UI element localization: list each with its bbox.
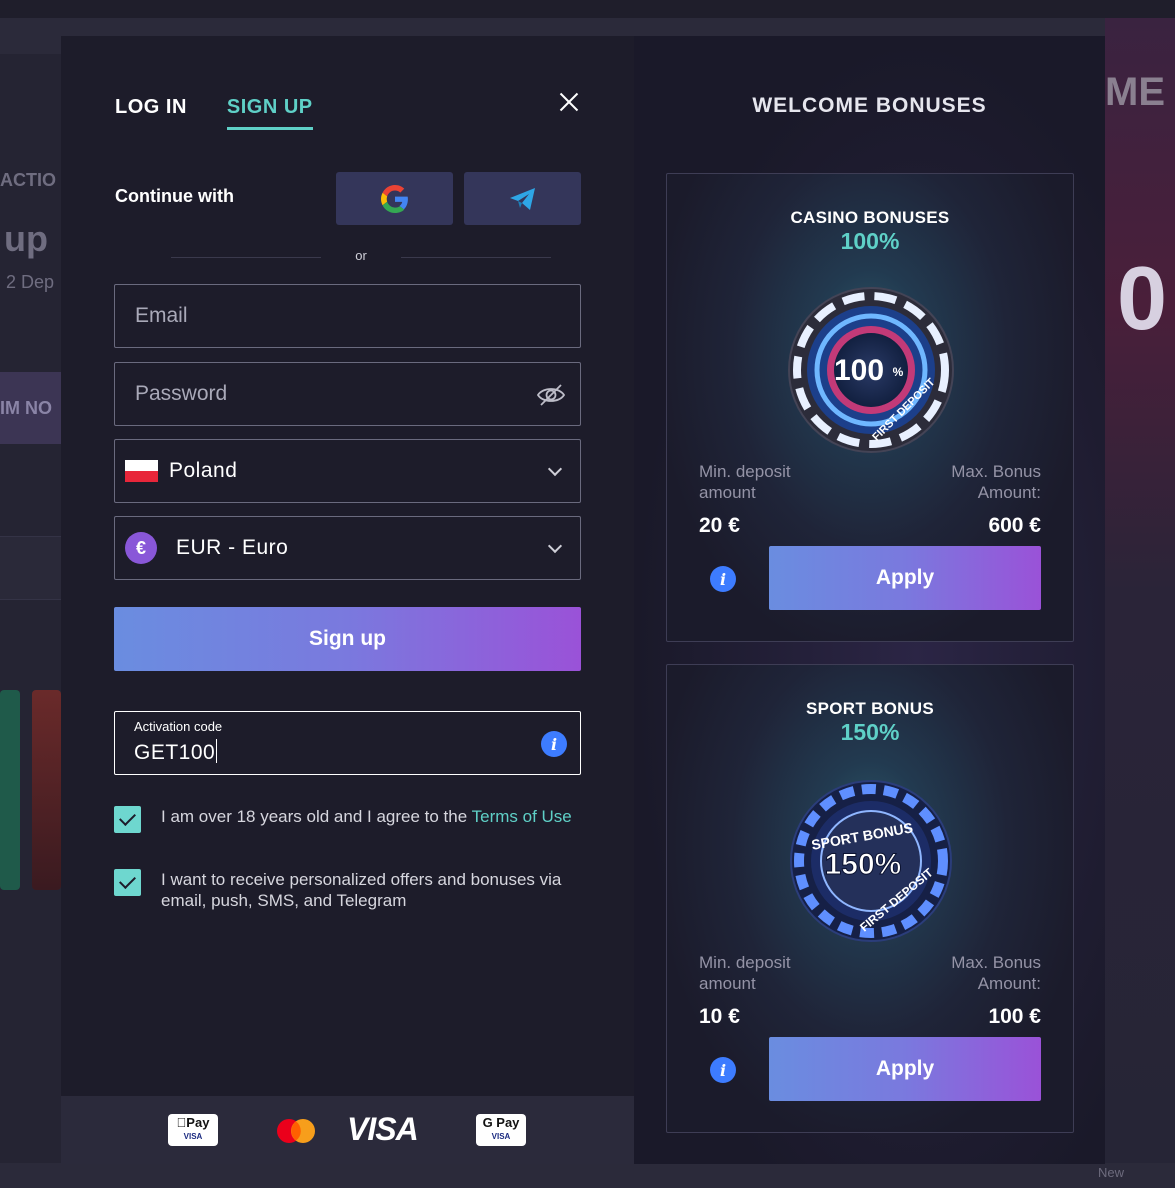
- max-bonus-label: Max. Bonus Amount:: [951, 953, 1041, 993]
- activation-code-label: Activation code: [134, 719, 223, 734]
- bg-new-badge: New: [1098, 1165, 1125, 1180]
- email-placeholder: Email: [135, 304, 188, 327]
- bg-bottom-strip: New: [0, 1163, 1175, 1188]
- sport-chip-number: 150%: [825, 848, 902, 881]
- telegram-login-button[interactable]: [464, 172, 581, 225]
- eye-off-icon[interactable]: [536, 383, 566, 407]
- visa-icon: VISA: [347, 1111, 419, 1147]
- or-divider: or: [171, 248, 551, 266]
- chevron-down-icon: [547, 538, 563, 554]
- poland-flag-icon: [125, 460, 158, 482]
- tab-login[interactable]: LOG IN: [115, 96, 187, 130]
- casino-bonus-title: CASINO BONUSES: [790, 208, 950, 227]
- email-field[interactable]: Email: [114, 284, 581, 348]
- min-deposit-label: Min. deposit amount: [699, 462, 791, 502]
- google-icon: [380, 184, 408, 213]
- bg-text-promo: ACTIO: [0, 170, 56, 190]
- apple-pay-icon: Pay VISA: [168, 1114, 218, 1146]
- bg-game-thumb: [32, 690, 61, 890]
- bg-right-banner: ME 0: [1105, 18, 1175, 1168]
- signup-modal: LOG IN SIGN UP Continue with or Email Pa…: [61, 36, 1105, 1164]
- max-bonus-label: Max. Bonus Amount:: [951, 462, 1041, 502]
- bg-left-box: [0, 536, 62, 600]
- info-icon[interactable]: i: [710, 1057, 736, 1083]
- welcome-bonuses-panel: WELCOME BONUSES CASINO BONUSES 100% 100: [634, 36, 1105, 1164]
- currency-value: EUR - Euro: [176, 536, 289, 559]
- min-deposit-value: 20 €: [699, 514, 740, 537]
- bg-right-number: 0: [1117, 249, 1168, 349]
- sport-bonus-title: SPORT BONUS: [806, 699, 934, 718]
- auth-panel: LOG IN SIGN UP Continue with or Email Pa…: [61, 36, 634, 1164]
- svg-text:%: %: [893, 365, 904, 379]
- apple-pay-label: Pay: [181, 1115, 209, 1130]
- google-pay-icon: G Pay VISA: [476, 1114, 526, 1146]
- activation-code-field[interactable]: Activation code GET100 i: [114, 711, 581, 775]
- signup-button[interactable]: Sign up: [114, 607, 581, 671]
- min-deposit-value: 10 €: [699, 1005, 740, 1028]
- max-bonus-value: 600 €: [988, 514, 1041, 537]
- divider-line: [401, 257, 551, 258]
- activation-code-input[interactable]: GET100: [134, 739, 218, 765]
- max-bonus-value: 100 €: [988, 1005, 1041, 1028]
- terms-consent: I am over 18 years old and I agree to th…: [114, 806, 584, 833]
- info-icon[interactable]: i: [710, 566, 736, 592]
- terms-label: I am over 18 years old and I agree to th…: [161, 807, 472, 826]
- terms-text: I am over 18 years old and I agree to th…: [161, 806, 572, 833]
- currency-select[interactable]: € EUR - Euro: [114, 516, 581, 580]
- sport-bonus-card: SPORT BONUS 150% SPORT BONUS 150% FIRST …: [666, 664, 1074, 1133]
- bg-claim-label: IM NO: [0, 398, 52, 418]
- casino-bonus-percent: 100%: [840, 228, 900, 254]
- casino-chip-number: 100: [834, 354, 884, 387]
- google-pay-label: G Pay: [482, 1115, 520, 1130]
- euro-icon: €: [125, 532, 157, 564]
- terms-of-use-link[interactable]: Terms of Use: [472, 807, 572, 826]
- close-icon[interactable]: [555, 88, 583, 116]
- telegram-icon: [509, 187, 535, 210]
- continue-with-label: Continue with: [115, 186, 234, 206]
- bg-text-heading: up: [4, 218, 48, 259]
- tab-signup[interactable]: SIGN UP: [226, 96, 313, 130]
- bg-topbar: [0, 0, 1175, 18]
- sport-bonus-percent: 150%: [840, 719, 900, 745]
- marketing-consent: I want to receive personalized offers an…: [114, 869, 584, 911]
- min-deposit-label: Min. deposit amount: [699, 953, 791, 993]
- text-caret: [216, 739, 218, 763]
- country-select[interactable]: Poland: [114, 439, 581, 503]
- auth-tabs: LOG IN SIGN UP: [115, 96, 313, 130]
- marketing-text: I want to receive personalized offers an…: [161, 870, 562, 910]
- password-placeholder: Password: [135, 382, 228, 405]
- casino-apply-button[interactable]: Apply: [769, 546, 1041, 610]
- password-field[interactable]: Password: [114, 362, 581, 426]
- sport-apply-button[interactable]: Apply: [769, 1037, 1041, 1101]
- info-icon[interactable]: i: [541, 731, 567, 757]
- welcome-bonuses-title: WELCOME BONUSES: [752, 94, 987, 117]
- bg-right-text: ME: [1105, 70, 1165, 114]
- sport-chip-icon: SPORT BONUS 150% FIRST DEPOSIT: [790, 780, 952, 942]
- bg-text-sub: 2 Dep: [6, 272, 55, 292]
- bg-game-thumb: [0, 690, 20, 890]
- google-pay-sub: VISA: [491, 1132, 511, 1141]
- payment-methods-bar: Pay VISA VISA G Pay VISA: [61, 1096, 634, 1164]
- terms-checkbox[interactable]: [114, 806, 141, 833]
- casino-bonus-card: CASINO BONUSES 100% 100 % FIRST DEPOSIT: [666, 173, 1074, 642]
- activation-code-value: GET100: [134, 741, 216, 764]
- chevron-down-icon: [547, 461, 563, 477]
- or-label: or: [355, 248, 367, 263]
- apple-pay-sub: VISA: [183, 1132, 203, 1141]
- google-login-button[interactable]: [336, 172, 453, 225]
- casino-chip-icon: 100 % FIRST DEPOSIT: [788, 287, 954, 453]
- bg-claim-button: IM NO: [0, 372, 62, 444]
- marketing-checkbox[interactable]: [114, 869, 141, 896]
- mastercard-icon: [277, 1119, 315, 1143]
- country-value: Poland: [169, 459, 238, 482]
